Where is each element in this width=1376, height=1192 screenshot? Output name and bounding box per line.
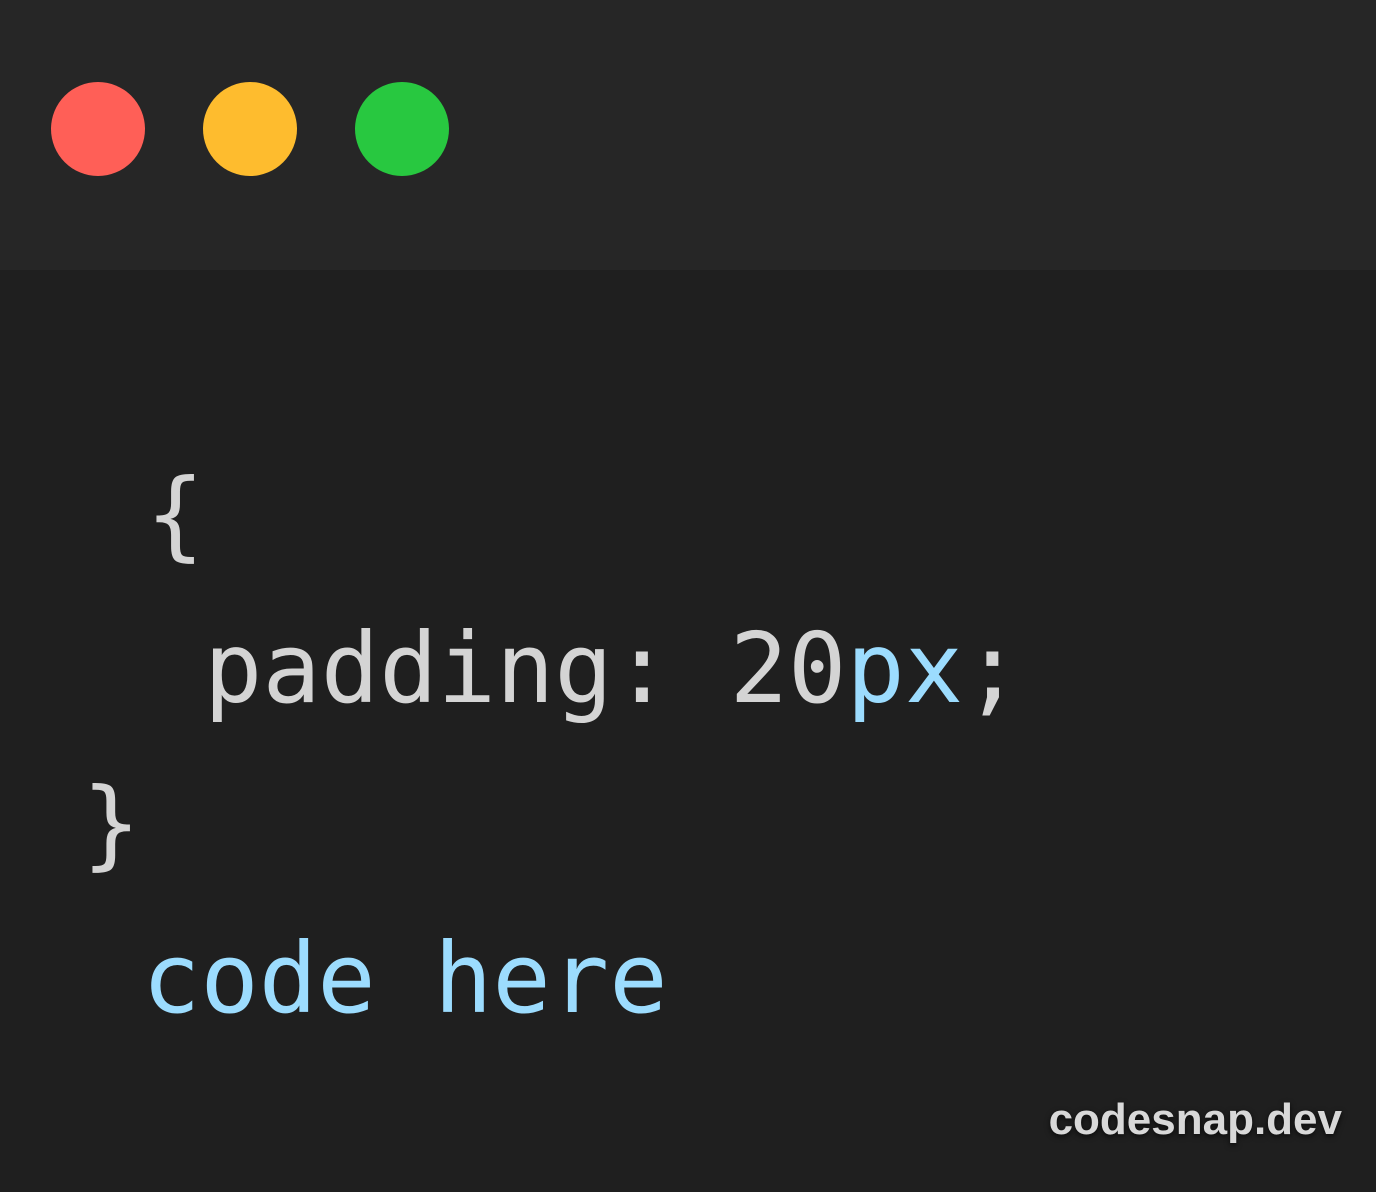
code-line: code here — [142, 930, 668, 1027]
code-token: } — [82, 767, 141, 880]
code-token-unit: px — [846, 612, 964, 725]
close-button[interactable] — [51, 82, 145, 176]
code-editor: { padding: 20px; } code here — [0, 270, 1376, 1192]
code-window: { padding: 20px; } code here codesnap.de… — [0, 0, 1376, 1192]
code-line: } — [82, 775, 140, 872]
code-token-highlight: code here — [142, 922, 668, 1035]
code-line: padding: 20px; — [204, 620, 1022, 717]
code-token: { — [146, 458, 205, 571]
code-token: ; — [963, 612, 1022, 725]
maximize-button[interactable] — [355, 82, 449, 176]
code-line: { — [146, 466, 204, 563]
watermark-text: codesnap.dev — [1048, 1095, 1342, 1144]
code-token: padding: 20 — [204, 612, 847, 725]
minimize-button[interactable] — [203, 82, 297, 176]
window-titlebar — [0, 0, 1376, 270]
